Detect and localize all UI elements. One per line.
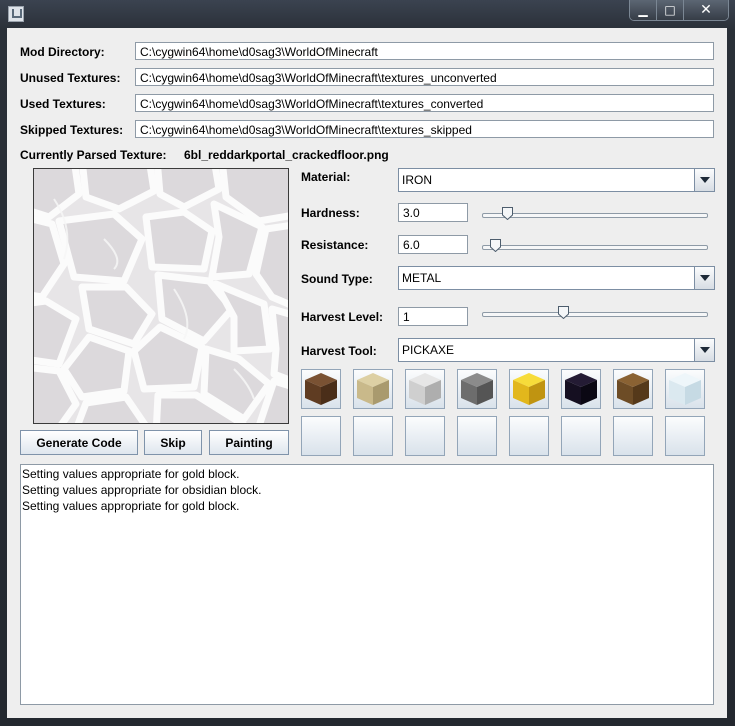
log-line: Setting values appropriate for gold bloc… — [22, 467, 240, 481]
texture-preview — [33, 168, 289, 424]
obsidian-block-icon — [565, 373, 597, 405]
slider-track — [482, 245, 708, 250]
unused-textures-label: Unused Textures: — [20, 71, 121, 85]
stone-brick-block-icon — [409, 373, 441, 405]
mod-directory-label: Mod Directory: — [20, 45, 105, 59]
empty-preset-button[interactable] — [301, 416, 341, 456]
sound-type-select[interactable]: METAL — [398, 266, 715, 290]
minimize-icon: ▁ — [638, 3, 648, 17]
block-preset-button[interactable] — [613, 369, 653, 409]
empty-preset-button[interactable] — [665, 416, 705, 456]
cobblestone-block-icon — [461, 373, 493, 405]
empty-preset-button[interactable] — [405, 416, 445, 456]
slider-track — [482, 213, 708, 218]
window-controls: ▁ □ ✕ — [629, 0, 729, 21]
title-bar[interactable]: ▁ □ ✕ — [0, 0, 735, 26]
window-frame: ▁ □ ✕ Mod Directory: C:\cygwin64\home\d0… — [0, 0, 735, 726]
gold-block-icon — [513, 373, 545, 405]
current-texture-filename: 6bl_reddarkportal_crackedfloor.png — [184, 148, 389, 162]
cracked-floor-texture-image — [34, 169, 288, 423]
slider-thumb[interactable] — [558, 306, 570, 319]
skipped-textures-label: Skipped Textures: — [20, 123, 124, 137]
generate-code-button[interactable]: Generate Code — [20, 430, 138, 455]
slider-thumb[interactable] — [502, 207, 514, 220]
material-label: Material: — [301, 170, 351, 184]
material-select-value: IRON — [402, 173, 432, 187]
mod-directory-field[interactable]: C:\cygwin64\home\d0sag3\WorldOfMinecraft — [135, 42, 714, 60]
used-textures-field[interactable]: C:\cygwin64\home\d0sag3\WorldOfMinecraft… — [135, 94, 714, 112]
harvest-tool-select[interactable]: PICKAXE — [398, 338, 715, 362]
wood-block-icon — [617, 373, 649, 405]
harvest-level-input[interactable]: 1 — [398, 307, 468, 326]
main-panel: Mod Directory: C:\cygwin64\home\d0sag3\W… — [7, 28, 727, 718]
hardness-slider[interactable] — [482, 205, 708, 225]
empty-preset-button[interactable] — [613, 416, 653, 456]
harvest-level-slider[interactable] — [482, 304, 708, 324]
block-preset-button[interactable] — [301, 369, 341, 409]
skip-button[interactable]: Skip — [144, 430, 202, 455]
log-line: Setting values appropriate for obsidian … — [22, 483, 262, 497]
block-preset-button[interactable] — [457, 369, 497, 409]
skipped-textures-field[interactable]: C:\cygwin64\home\d0sag3\WorldOfMinecraft… — [135, 120, 714, 138]
block-preset-button[interactable] — [665, 369, 705, 409]
chevron-down-icon[interactable] — [694, 339, 714, 361]
empty-preset-button[interactable] — [509, 416, 549, 456]
unused-textures-field[interactable]: C:\cygwin64\home\d0sag3\WorldOfMinecraft… — [135, 68, 714, 86]
chevron-down-icon[interactable] — [694, 169, 714, 191]
sound-type-label: Sound Type: — [301, 272, 373, 286]
close-icon: ✕ — [700, 2, 712, 18]
hardness-label: Hardness: — [301, 206, 360, 220]
painting-button[interactable]: Painting — [209, 430, 289, 455]
hardness-input[interactable]: 3.0 — [398, 203, 468, 222]
block-preset-button[interactable] — [561, 369, 601, 409]
sound-type-select-value: METAL — [402, 271, 442, 285]
glass-block-icon — [669, 373, 701, 405]
minimize-button[interactable]: ▁ — [630, 0, 656, 20]
slider-track — [482, 312, 708, 317]
material-select[interactable]: IRON — [398, 168, 715, 192]
chevron-down-icon[interactable] — [694, 267, 714, 289]
log-output[interactable]: Setting values appropriate for gold bloc… — [20, 464, 714, 705]
empty-preset-button[interactable] — [353, 416, 393, 456]
block-preset-button[interactable] — [405, 369, 445, 409]
maximize-icon: □ — [664, 3, 676, 17]
resistance-label: Resistance: — [301, 238, 369, 252]
harvest-tool-select-value: PICKAXE — [402, 343, 455, 357]
used-textures-label: Used Textures: — [20, 97, 106, 111]
current-texture-label: Currently Parsed Texture: — [20, 148, 167, 162]
java-app-icon — [8, 6, 24, 22]
maximize-button[interactable]: □ — [656, 0, 683, 20]
empty-preset-button[interactable] — [457, 416, 497, 456]
slider-thumb[interactable] — [490, 239, 501, 252]
close-button[interactable]: ✕ — [683, 0, 728, 20]
empty-preset-button[interactable] — [561, 416, 601, 456]
log-line: Setting values appropriate for gold bloc… — [22, 499, 240, 513]
harvest-tool-label: Harvest Tool: — [301, 344, 377, 358]
block-preset-button[interactable] — [353, 369, 393, 409]
harvest-level-label: Harvest Level: — [301, 310, 384, 324]
sand-block-icon — [357, 373, 389, 405]
resistance-slider[interactable] — [482, 237, 708, 257]
dirt-block-icon — [305, 373, 337, 405]
resistance-input[interactable]: 6.0 — [398, 235, 468, 254]
block-preset-button[interactable] — [509, 369, 549, 409]
